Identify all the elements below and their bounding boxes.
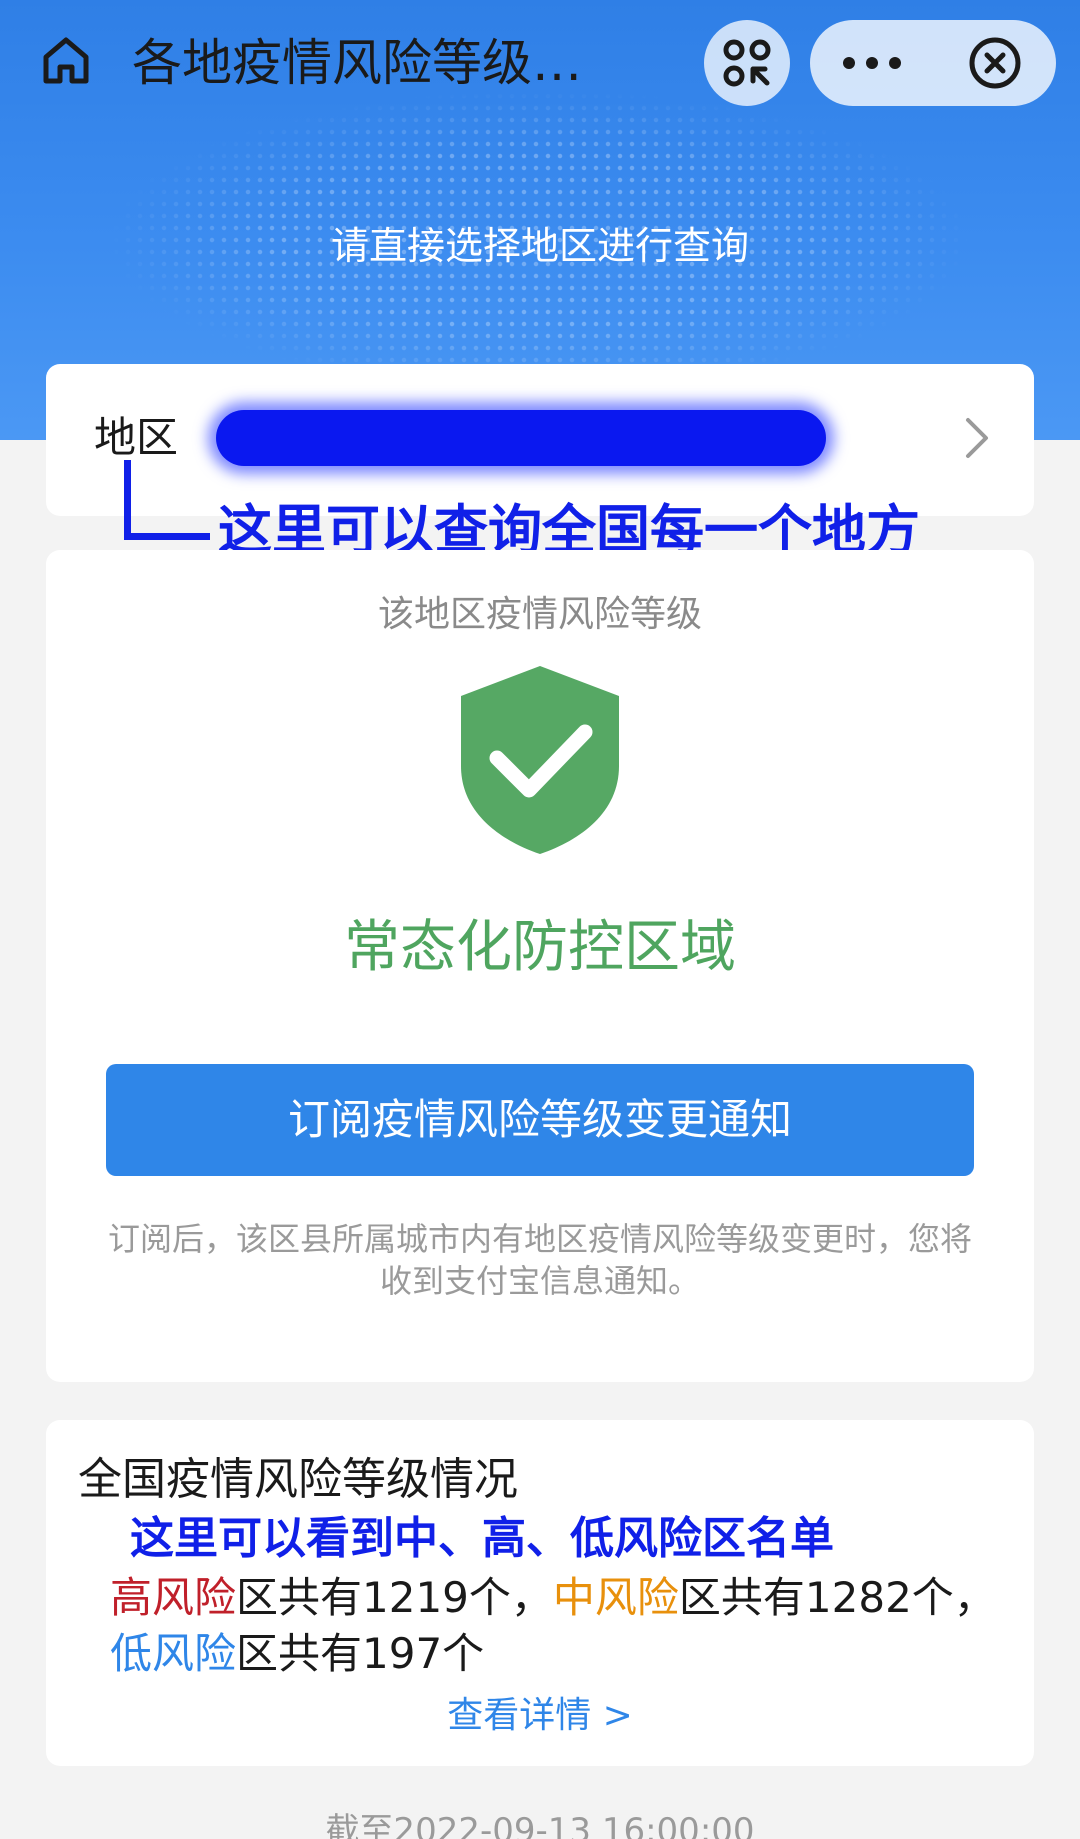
query-hint: 请直接选择地区进行查询 — [330, 224, 749, 268]
page-title: 各地疫情风险等级… — [132, 34, 582, 92]
chevron-right-icon — [966, 418, 988, 458]
high-risk-count: 区共有1219个， — [236, 1573, 553, 1622]
more-button[interactable] — [810, 20, 933, 106]
subscribe-button[interactable]: 订阅疫情风险等级变更通知 — [106, 1064, 974, 1176]
national-title: 全国疫情风险等级情况 — [78, 1454, 518, 1505]
mini-program-capsule — [810, 20, 1056, 106]
update-timestamp: 截至2022-09-13 16:00:00 — [325, 1811, 755, 1839]
low-risk-count: 区共有197个 — [236, 1629, 485, 1678]
status-title: 该地区疫情风险等级 — [377, 594, 702, 635]
scan-icon — [723, 39, 771, 87]
region-label: 地区 — [94, 413, 179, 462]
risk-status-card: 该地区疫情风险等级 常态化防控区域 订阅疫情风险等级变更通知 订阅后，该区县所属… — [46, 550, 1034, 1382]
risk-area-counts: 高风险区共有1219个，中风险区共有1282个， 低风险区共有197个 — [110, 1570, 1010, 1682]
more-dots-icon — [842, 57, 901, 69]
region-value-redacted — [216, 410, 826, 466]
shield-check-icon — [461, 666, 619, 854]
home-icon — [43, 37, 89, 84]
close-button[interactable] — [933, 20, 1056, 106]
low-risk-label: 低风险 — [110, 1629, 237, 1678]
high-risk-label: 高风险 — [110, 1573, 237, 1622]
view-details-link[interactable]: 查看详情 > — [46, 1690, 1034, 1742]
national-risk-card: 全国疫情风险等级情况 这里可以看到中、高、低风险区名单 高风险区共有1219个，… — [46, 1420, 1034, 1766]
subscribe-note: 订阅后，该区县所属城市内有地区疫情风险等级变更时，您将收到支付宝信息通知。 — [107, 1220, 972, 1300]
mid-risk-count: 区共有1282个， — [678, 1573, 996, 1622]
annotation-list-note: 这里可以看到中、高、低风险区名单 — [130, 1513, 834, 1564]
risk-level-text: 常态化防控区域 — [344, 915, 736, 980]
scan-button[interactable] — [704, 20, 790, 106]
annotation-arrow — [124, 460, 210, 540]
home-button[interactable] — [36, 30, 96, 90]
close-circle-icon — [969, 37, 1020, 89]
mid-risk-label: 中风险 — [552, 1573, 679, 1622]
